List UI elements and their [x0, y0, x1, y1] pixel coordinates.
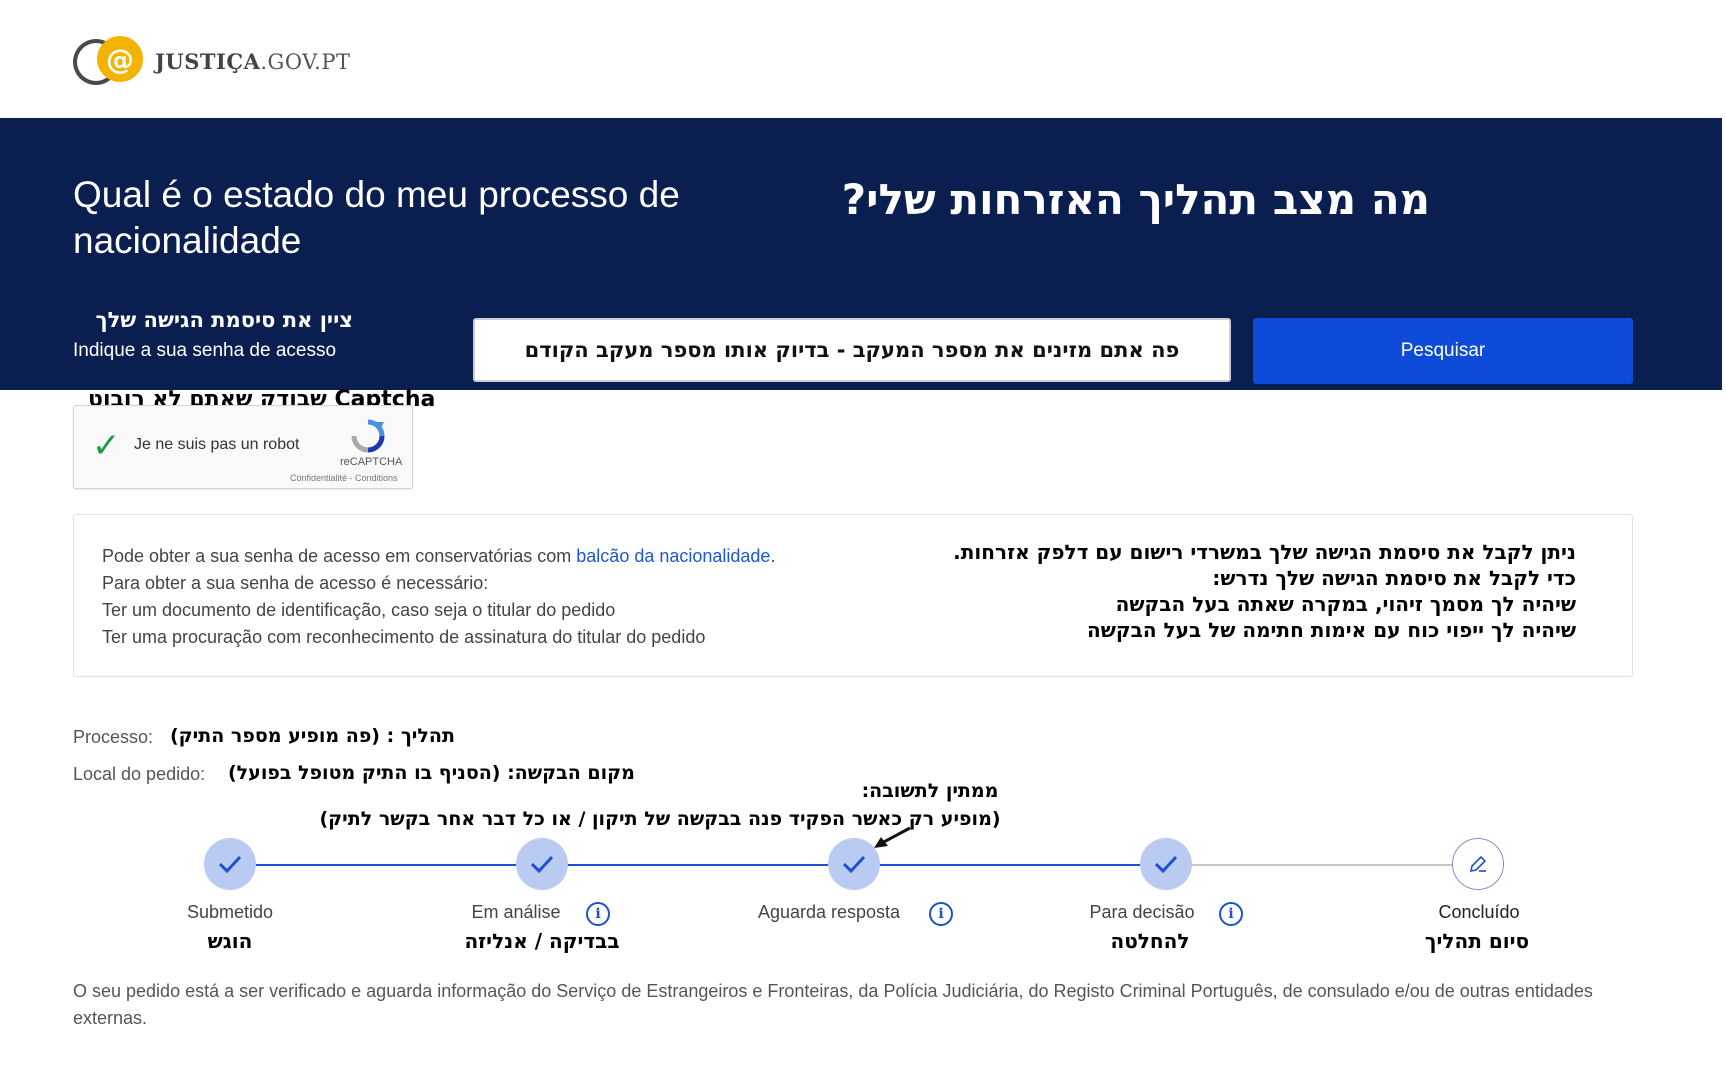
info-line-4: Ter uma procuração com reconhecimento de… [102, 627, 706, 647]
recaptcha-icon [351, 419, 385, 453]
progress-line-done [256, 864, 1192, 866]
progress-line-pending [1192, 864, 1478, 866]
nationality-desk-link[interactable]: balcão da nacionalidade [576, 546, 770, 566]
info-line-1: Pode obter a sua senha de acesso em cons… [102, 546, 776, 566]
step-concluded-pencil-icon [1452, 838, 1504, 890]
step-label-analysis-translation: בבדיקה / אנליזה [464, 929, 620, 953]
access-code-label: Indique a sua senha de acesso [73, 340, 337, 361]
page-title: Qual é o estado do meu processo de nacio… [73, 174, 680, 261]
status-description: O seu pedido está a ser verificado e agu… [73, 981, 1593, 1028]
for-decision-info-icon[interactable]: i [1219, 902, 1243, 926]
site-logo[interactable]: @ JUSTIÇA.GOV.PT [73, 36, 350, 86]
info-text-translation: ניתן לקבל את סיסמת הגישה שלך במשרדי רישו… [953, 540, 1576, 642]
step-label-for-decision-translation: להחלטה [1110, 929, 1190, 953]
logo-at-icon: @ [97, 36, 143, 82]
request-location-label: Local do pedido: [73, 764, 206, 784]
step-label-concluded: Concluído [1438, 902, 1520, 922]
awaiting-response-note: ממתין לתשובה: [861, 780, 999, 802]
process-label: Processo: [73, 727, 154, 747]
info-line-3: Ter um documento de identificação, caso … [102, 600, 616, 620]
step-label-submitted: Submetido [186, 902, 274, 922]
search-button[interactable]: Pesquisar [1253, 318, 1633, 384]
annotation-arrow-icon [874, 826, 911, 848]
logo-text: JUSTIÇA.GOV.PT [155, 48, 351, 74]
step-label-concluded-translation: סיום תהליך [1424, 929, 1530, 953]
step-awaiting-response-icon [828, 838, 880, 890]
recaptcha-label: Je ne suis pas un robot [134, 436, 300, 453]
page-title-translation: מה מצב תהליך האזרחות שלי? [841, 175, 1430, 224]
analysis-info-icon[interactable]: i [586, 902, 610, 926]
checkmark-icon[interactable]: ✓ [92, 426, 121, 466]
awaiting-response-info-icon[interactable]: i [929, 902, 953, 926]
step-submitted-icon [204, 838, 256, 890]
process-label-translation: תהליך : (פה מופיע מספר התיק) [170, 725, 455, 747]
logo-mark: @ [73, 36, 143, 86]
access-code-input[interactable]: פה אתם מזינים את מספר המעקב - בדיוק אותו… [473, 318, 1231, 382]
recaptcha-widget[interactable]: ✓ Je ne suis pas un robot reCAPTCHA Conf… [73, 405, 413, 489]
step-for-decision-icon [1140, 838, 1192, 890]
step-label-submitted-translation: הוגש [207, 929, 253, 953]
access-code-label-translation: ציין את סיסמת הגישה שלך [95, 308, 353, 332]
step-analysis-icon [516, 838, 568, 890]
info-box: Pode obter a sua senha de acesso em cons… [73, 514, 1633, 677]
recaptcha-links[interactable]: Confidentialité - Conditions [290, 473, 398, 483]
info-line-2: Para obter a sua senha de acesso é neces… [102, 573, 489, 593]
info-text: Pode obter a sua senha de acesso em cons… [102, 543, 775, 651]
step-label-awaiting-response: Aguarda resposta [757, 902, 901, 922]
recaptcha-brand: reCAPTCHA [340, 456, 403, 468]
request-location-translation: מקום הבקשה: (הסניף בו התיק מטופל בפועל) [228, 762, 635, 784]
